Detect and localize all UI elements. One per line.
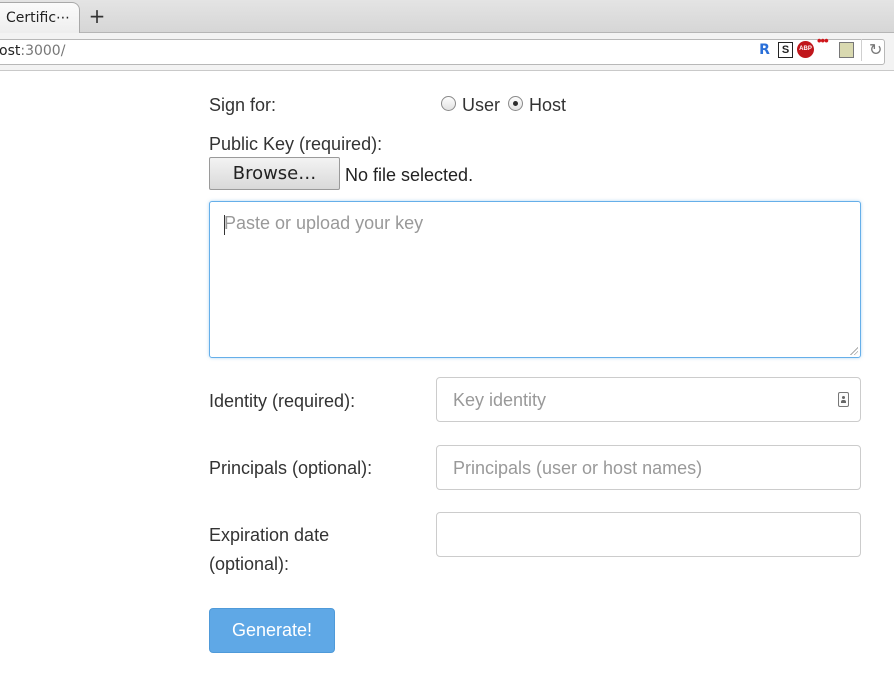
address-bar[interactable]: ost:3000/ [0, 39, 885, 65]
public-key-label: Public Key (required): [209, 134, 383, 154]
radio-user[interactable] [441, 96, 456, 111]
tab-bar: Certific⋯ + [0, 0, 894, 33]
identity-input[interactable]: Key identity [436, 377, 861, 422]
radio-user-label[interactable]: User [462, 91, 500, 120]
radio-host-label[interactable]: Host [529, 91, 566, 120]
browser-tab[interactable]: Certific⋯ [0, 2, 80, 33]
principals-label: Principals (optional): [209, 458, 373, 478]
adblock-plus-icon[interactable]: ABP [797, 41, 814, 58]
identity-placeholder: Key identity [453, 390, 547, 410]
contact-card-icon[interactable] [838, 392, 849, 407]
reload-icon[interactable]: ↻ [869, 40, 882, 59]
resize-grip-icon[interactable] [849, 346, 858, 355]
new-tab-button[interactable]: + [87, 4, 107, 28]
key-placeholder: Paste or upload your key [224, 213, 424, 233]
toolbar-separator [861, 39, 862, 61]
navigation-bar: ost:3000/ R S ABP ••• ↻ [0, 33, 894, 71]
dots-extension-icon[interactable]: ••• [817, 34, 835, 47]
public-key-textarea[interactable]: Paste or upload your key [209, 201, 861, 358]
expiration-label-line1: Expiration date [209, 525, 330, 545]
tab-title: Certific⋯ [6, 10, 71, 26]
generate-button[interactable]: Generate! [209, 608, 335, 653]
s-extension-icon[interactable]: S [778, 42, 793, 58]
sign-for-label: Sign for: [209, 95, 277, 115]
url-text: ost:3000/ [0, 43, 66, 59]
principals-input[interactable]: Principals (user or host names) [436, 445, 861, 490]
principals-placeholder: Principals (user or host names) [453, 458, 703, 478]
browse-button[interactable]: Browse… [209, 157, 340, 190]
bookmark-icon[interactable]: R [757, 42, 772, 58]
expiration-date-input[interactable] [436, 512, 861, 557]
identity-label: Identity (required): [209, 391, 356, 411]
radio-host[interactable] [508, 96, 523, 111]
expiration-label-line2: (optional): [209, 554, 290, 574]
no-file-selected-text: No file selected. [345, 165, 474, 185]
document-extension-icon[interactable] [839, 42, 854, 58]
